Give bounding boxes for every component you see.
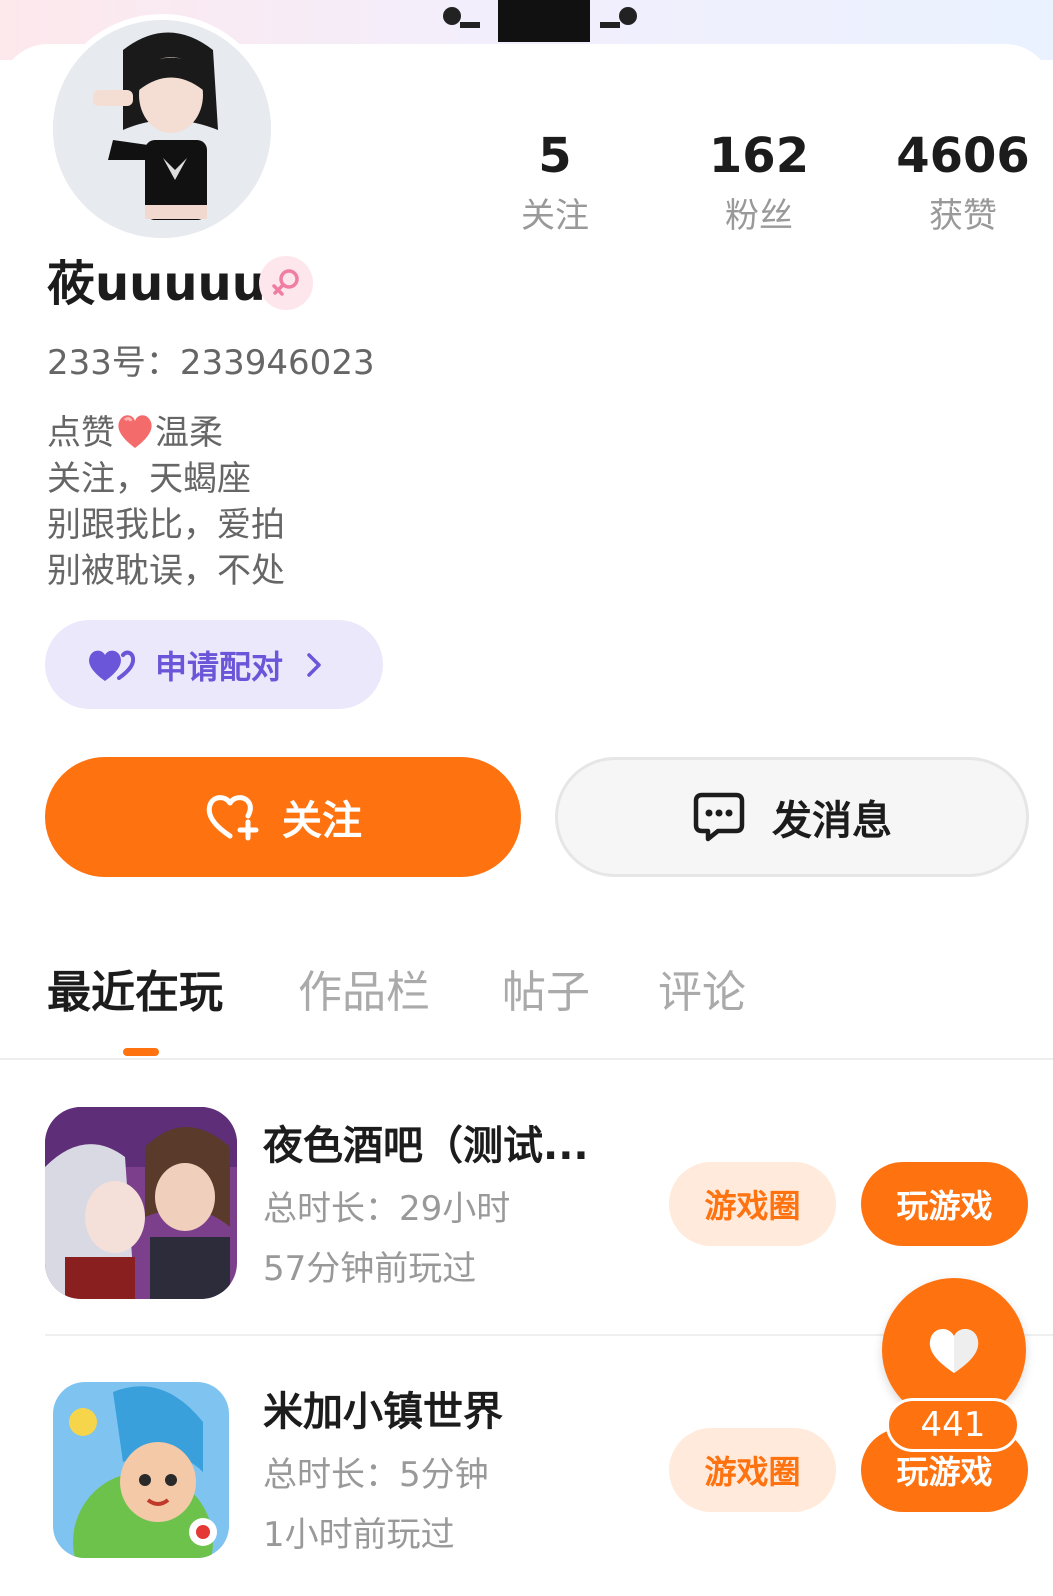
send-message-label: 发消息: [772, 798, 892, 844]
bio-line-4: 别被耽误，不处: [47, 551, 285, 591]
game-duration: 总时长：5分钟: [263, 1455, 489, 1495]
tab-comments[interactable]: 评论: [658, 964, 746, 1022]
chat-bubble-icon: [693, 792, 745, 842]
stat-likes-value: 4606: [896, 128, 1030, 184]
tab-recent-play[interactable]: 最近在玩: [47, 964, 223, 1022]
stat-following-value: 5: [538, 128, 572, 184]
stat-following-label: 关注: [521, 196, 589, 236]
banner-character-image: [443, 0, 637, 42]
stat-fans-label: 粉丝: [725, 196, 793, 236]
heart-plus-icon: [206, 795, 259, 841]
game-title: 米加小镇世界: [263, 1389, 503, 1435]
game-last-played: 57分钟前玩过: [263, 1249, 477, 1289]
game-title: 夜色酒吧（测试...: [263, 1123, 589, 1169]
game-last-played: 1小时前玩过: [263, 1515, 455, 1555]
stat-likes[interactable]: 4606 获赞: [863, 126, 1053, 246]
stat-likes-label: 获赞: [929, 196, 997, 236]
apply-pair-label: 申请配对: [155, 647, 284, 686]
bio-line-2: 关注，天蝎座: [47, 459, 251, 499]
heart-icon: [929, 1328, 979, 1373]
bio-line-1: 点赞 温柔: [47, 413, 223, 453]
username: 莜uuuuu: [47, 256, 266, 312]
list-item[interactable]: 夜色酒吧（测试... 总时长：29小时 57分钟前玩过 游戏圈 玩游戏: [0, 1100, 1053, 1330]
profile-tabs: 最近在玩 作品栏 帖子 评论: [0, 950, 1053, 1060]
apply-pair-button[interactable]: 申请配对: [45, 620, 383, 709]
active-tab-indicator: [123, 1048, 159, 1056]
game-duration: 总时长：29小时: [263, 1189, 511, 1229]
user-id: 233号：233946023: [47, 343, 375, 383]
stat-following[interactable]: 5 关注: [455, 126, 655, 246]
stat-fans[interactable]: 162 粉丝: [659, 126, 859, 246]
double-heart-icon: [89, 650, 135, 681]
send-message-button[interactable]: 发消息: [555, 757, 1029, 877]
stats-bar: 5 关注 162 粉丝 4606 获赞: [0, 126, 1053, 246]
list-item[interactable]: 米加小镇世界 总时长：5分钟 1小时前玩过 游戏圈 玩游戏: [0, 1366, 1053, 1596]
play-game-button[interactable]: 玩游戏: [861, 1162, 1028, 1246]
bio-line-3: 别跟我比，爱拍: [47, 505, 285, 545]
stat-fans-value: 162: [708, 128, 810, 184]
follow-label: 关注: [282, 798, 362, 844]
game-circle-button[interactable]: 游戏圈: [669, 1162, 836, 1246]
game-circle-button[interactable]: 游戏圈: [669, 1428, 836, 1512]
game-icon-night-bar: [45, 1107, 237, 1299]
chevron-right-icon: [307, 652, 321, 677]
bio: 点赞 温柔 关注，天蝎座 别跟我比，爱拍 别被耽误，不处: [47, 410, 285, 594]
female-gender-icon: [259, 256, 313, 310]
tab-posts[interactable]: 帖子: [502, 964, 590, 1022]
follow-button[interactable]: 关注: [45, 757, 521, 877]
like-count-badge: 441: [886, 1398, 1020, 1452]
game-icon-miga-town: [53, 1382, 229, 1558]
tab-works[interactable]: 作品栏: [298, 964, 430, 1022]
red-heart-emoji-icon: [118, 415, 152, 448]
